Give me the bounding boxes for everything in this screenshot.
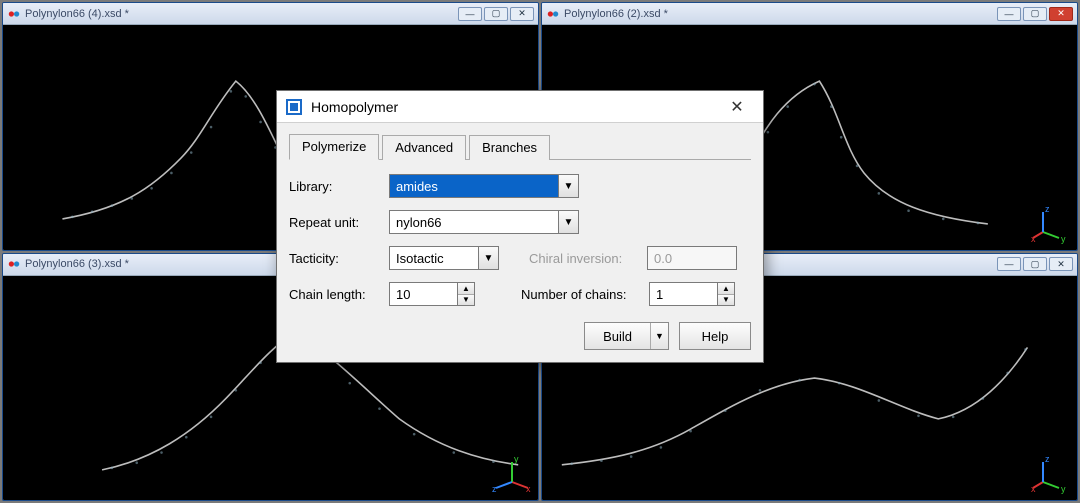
repeat-unit-combo-value: nylon66: [390, 211, 558, 233]
chevron-up-icon[interactable]: ▲: [718, 283, 734, 295]
maximize-button[interactable]: ▢: [484, 7, 508, 21]
tacticity-combo-value: Isotactic: [390, 247, 478, 269]
doc-window-2-title: Polynylon66 (2).xsd *: [564, 8, 993, 20]
doc-window-2-titlebar[interactable]: Polynylon66 (2).xsd * — ▢ ✕: [542, 3, 1077, 25]
chevron-down-icon[interactable]: ▼: [558, 211, 578, 233]
dialog-titlebar[interactable]: Homopolymer ✕: [277, 91, 763, 123]
minimize-button[interactable]: —: [997, 257, 1021, 271]
doc-window-4-title: Polynylon66 (4).xsd *: [25, 8, 454, 20]
homopolymer-dialog[interactable]: Homopolymer ✕ Polymerize Advanced Branch…: [276, 90, 764, 363]
svg-text:x: x: [1031, 234, 1036, 244]
close-button[interactable]: ✕: [510, 7, 534, 21]
build-button[interactable]: Build ▼: [584, 322, 669, 350]
maximize-button[interactable]: ▢: [1023, 7, 1047, 21]
dialog-close-button[interactable]: ✕: [719, 96, 755, 118]
chevron-down-icon[interactable]: ▼: [558, 175, 578, 197]
help-button[interactable]: Help: [679, 322, 751, 350]
chevron-down-icon[interactable]: ▼: [478, 247, 498, 269]
number-of-chains-spinner[interactable]: 1 ▲ ▼: [649, 282, 735, 306]
svg-text:x: x: [526, 484, 531, 494]
dialog-icon: [285, 98, 303, 116]
doc-icon: [7, 257, 21, 271]
repeat-unit-label: Repeat unit:: [289, 215, 381, 230]
close-button[interactable]: ✕: [1049, 7, 1073, 21]
tab-polymerize[interactable]: Polymerize: [289, 134, 379, 160]
build-button-label: Build: [585, 323, 650, 349]
axes-gizmo: x y z: [492, 454, 532, 494]
chain-length-value[interactable]: 10: [389, 282, 457, 306]
chevron-down-icon[interactable]: ▼: [650, 323, 668, 349]
chiral-inversion-field: 0.0: [647, 246, 737, 270]
dialog-title: Homopolymer: [311, 99, 711, 115]
number-of-chains-value[interactable]: 1: [649, 282, 717, 306]
minimize-button[interactable]: —: [458, 7, 482, 21]
chiral-inversion-label: Chiral inversion:: [529, 251, 639, 266]
tacticity-label: Tacticity:: [289, 251, 381, 266]
number-of-chains-label: Number of chains:: [521, 287, 641, 302]
dialog-body: Polymerize Advanced Branches Library: am…: [277, 123, 763, 362]
svg-text:y: y: [1061, 234, 1066, 244]
svg-text:y: y: [1061, 484, 1066, 494]
tabstrip: Polymerize Advanced Branches: [289, 133, 751, 160]
library-label: Library:: [289, 179, 381, 194]
tab-advanced[interactable]: Advanced: [382, 135, 466, 160]
axes-gizmo: x y z: [1031, 204, 1071, 244]
tab-branches[interactable]: Branches: [469, 135, 550, 160]
doc-icon: [7, 7, 21, 21]
chevron-down-icon[interactable]: ▼: [718, 295, 734, 306]
chain-length-spinner[interactable]: 10 ▲ ▼: [389, 282, 475, 306]
help-button-label: Help: [702, 329, 729, 344]
svg-text:z: z: [492, 484, 497, 494]
svg-text:x: x: [1031, 484, 1036, 494]
svg-text:z: z: [1045, 454, 1050, 464]
maximize-button[interactable]: ▢: [1023, 257, 1047, 271]
close-button[interactable]: ✕: [1049, 257, 1073, 271]
library-combo-value: amides: [390, 175, 558, 197]
doc-window-4-titlebar[interactable]: Polynylon66 (4).xsd * — ▢ ✕: [3, 3, 538, 25]
doc-icon: [546, 7, 560, 21]
repeat-unit-combo[interactable]: nylon66 ▼: [389, 210, 579, 234]
svg-text:y: y: [514, 454, 519, 464]
library-combo[interactable]: amides ▼: [389, 174, 579, 198]
chain-length-label: Chain length:: [289, 287, 381, 302]
axes-gizmo: x y z: [1031, 454, 1071, 494]
chevron-up-icon[interactable]: ▲: [458, 283, 474, 295]
minimize-button[interactable]: —: [997, 7, 1021, 21]
svg-text:z: z: [1045, 204, 1050, 214]
tacticity-combo[interactable]: Isotactic ▼: [389, 246, 499, 270]
chevron-down-icon[interactable]: ▼: [458, 295, 474, 306]
